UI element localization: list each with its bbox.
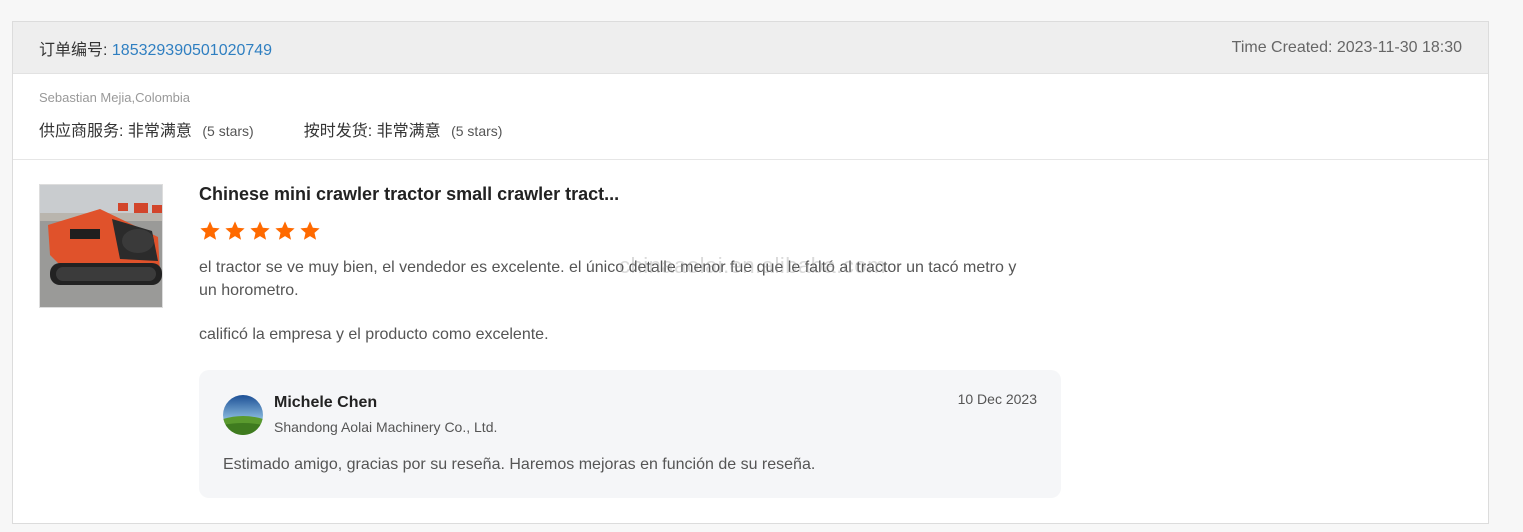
star-icon [250,221,270,240]
landscape-icon [223,395,263,435]
star-icon [275,221,295,240]
reply-date: 10 Dec 2023 [957,391,1037,407]
order-info: 订单编号: 185329390501020749 [39,36,272,60]
rating-note: (5 stars) [451,123,503,139]
rating-label: 按时发货: [303,123,373,140]
rating-note: (5 stars) [202,123,254,139]
rating-value: 非常满意 [376,123,441,140]
buyer-info: Sebastian Mejia,Colombia 供应商服务: 非常满意 (5 … [13,74,1488,160]
order-header: 订单编号: 185329390501020749 Time Created: 2… [13,22,1488,74]
review-paragraph: calificó la empresa y el producto como e… [199,326,549,343]
review-text: el tractor se ve muy bien, el vendedor e… [199,256,1029,367]
replier-name: Michele Chen [274,394,378,411]
buyer-name: Sebastian Mejia,Colombia [39,90,191,105]
rating-supplier-service: 供应商服务: 非常满意 (5 stars) [39,117,254,141]
replier-company: Shandong Aolai Machinery Co., Ltd. [274,419,498,435]
order-number-link[interactable]: 185329390501020749 [112,42,272,59]
tractor-image [40,185,162,307]
product-review: Chinese mini crawler tractor small crawl… [13,160,1488,524]
supplier-reply: Michele Chen Shandong Aolai Machinery Co… [199,370,1061,498]
star-icon [200,221,220,240]
star-icon [300,221,320,240]
order-label: 订单编号: [39,41,108,59]
review-stars [199,220,324,242]
review-card: 订单编号: 185329390501020749 Time Created: 2… [12,21,1489,524]
product-thumbnail[interactable] [39,184,163,308]
star-icon [225,221,245,240]
review-paragraph: el tractor se ve muy bien, el vendedor e… [199,259,1017,299]
rating-label: 供应商服务: [39,123,124,140]
avatar [223,395,263,435]
rating-on-time-delivery: 按时发货: 非常满意 (5 stars) [304,117,503,141]
rating-value: 非常满意 [127,123,192,140]
time-created: Time Created: 2023-11-30 18:30 [1231,38,1462,56]
product-title[interactable]: Chinese mini crawler tractor small crawl… [199,184,619,205]
supplier-ratings: 供应商服务: 非常满意 (5 stars) 按时发货: 非常满意 (5 star… [39,117,1462,141]
reply-text: Estimado amigo, gracias por su reseña. H… [223,456,816,473]
